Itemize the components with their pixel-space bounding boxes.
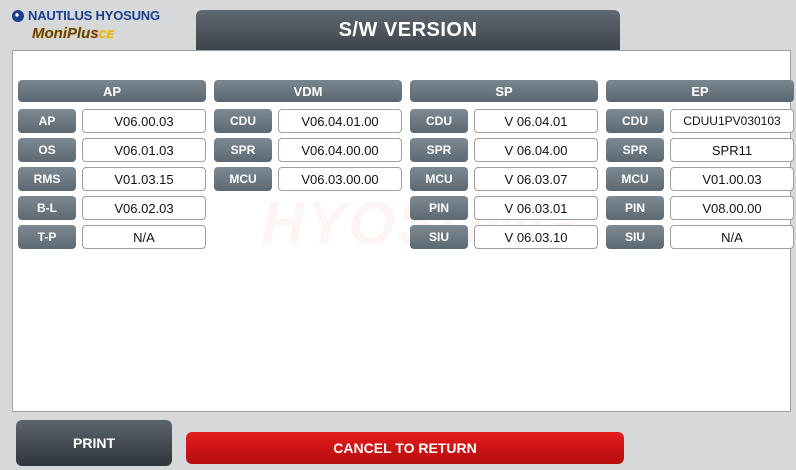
hyosung-mark-icon [12,9,24,22]
logo-product: MoniPlus [32,25,99,42]
version-row: SPR V06.04.00.00 [214,138,402,162]
version-row: SPR SPR11 [606,138,794,162]
logo-brand: NAUTILUS HYOSUNG [28,8,160,23]
version-row: SIU N/A [606,225,794,249]
page-title: S/W VERSION [196,10,620,50]
row-value: SPR11 [670,138,794,162]
row-value: V06.00.03 [82,109,206,133]
row-value: V 06.03.07 [474,167,598,191]
row-value: V06.01.03 [82,138,206,162]
row-label: RMS [18,167,76,191]
version-row: B-L V06.02.03 [18,196,206,220]
version-row: SIU V 06.03.10 [410,225,598,249]
row-value: CDUU1PV030103 [670,109,794,133]
hyosung-logo: NAUTILUS HYOSUNG MoniPlusCE [12,8,192,48]
column-sp: SP CDU V 06.04.01 SPR V 06.04.00 MCU V 06.0… [410,80,598,254]
column-header-ap: AP [18,80,206,102]
row-label: SIU [410,225,468,249]
row-value: V06.02.03 [82,196,206,220]
column-header-ep: EP [606,80,794,102]
row-value: V01.00.03 [670,167,794,191]
column-vdm: VDM CDU V06.04.01.00 SPR V06.04.00.00 MCU V… [214,80,402,196]
row-value: V 06.04.00 [474,138,598,162]
row-value: V 06.03.01 [474,196,598,220]
version-row: CDU V06.04.01.00 [214,109,402,133]
row-label: SPR [214,138,272,162]
version-row: MCU V06.03.00.00 [214,167,402,191]
row-label: MCU [606,167,664,191]
version-row: CDU CDUU1PV030103 [606,109,794,133]
version-row: PIN V 06.03.01 [410,196,598,220]
row-value: V 06.03.10 [474,225,598,249]
row-label: CDU [214,109,272,133]
row-value: N/A [82,225,206,249]
row-label: SPR [606,138,664,162]
row-value: V08.00.00 [670,196,794,220]
row-label: MCU [214,167,272,191]
row-label: B-L [18,196,76,220]
version-row: SPR V 06.04.00 [410,138,598,162]
version-row: CDU V 06.04.01 [410,109,598,133]
version-row: OS V06.01.03 [18,138,206,162]
row-label: SIU [606,225,664,249]
atm-screen: NAUTILUS HYOSUNG MoniPlusCE S/W VERSION … [0,0,796,470]
row-value: N/A [670,225,794,249]
row-value: V01.03.15 [82,167,206,191]
column-ap: AP AP V06.00.03 OS V06.01.03 RMS V01.03.15 … [18,80,206,254]
row-label: CDU [606,109,664,133]
column-header-sp: SP [410,80,598,102]
row-label: AP [18,109,76,133]
row-value: V06.03.00.00 [278,167,402,191]
row-value: V 06.04.01 [474,109,598,133]
row-label: CDU [410,109,468,133]
row-label: OS [18,138,76,162]
row-label: PIN [410,196,468,220]
version-row: RMS V01.03.15 [18,167,206,191]
version-row: PIN V08.00.00 [606,196,794,220]
row-label: T-P [18,225,76,249]
row-label: MCU [410,167,468,191]
version-row: T-P N/A [18,225,206,249]
version-row: MCU V 06.03.07 [410,167,598,191]
column-header-vdm: VDM [214,80,402,102]
row-value: V06.04.01.00 [278,109,402,133]
logo-product-suffix: CE [98,29,114,41]
row-label: SPR [410,138,468,162]
print-button[interactable]: PRINT [16,420,172,466]
cancel-to-return-button[interactable]: CANCEL TO RETURN [186,432,624,464]
column-ep: EP CDU CDUU1PV030103 SPR SPR11 MCU V01.00.0… [606,80,794,254]
version-row: MCU V01.00.03 [606,167,794,191]
row-value: V06.04.00.00 [278,138,402,162]
row-label: PIN [606,196,664,220]
version-row: AP V06.00.03 [18,109,206,133]
